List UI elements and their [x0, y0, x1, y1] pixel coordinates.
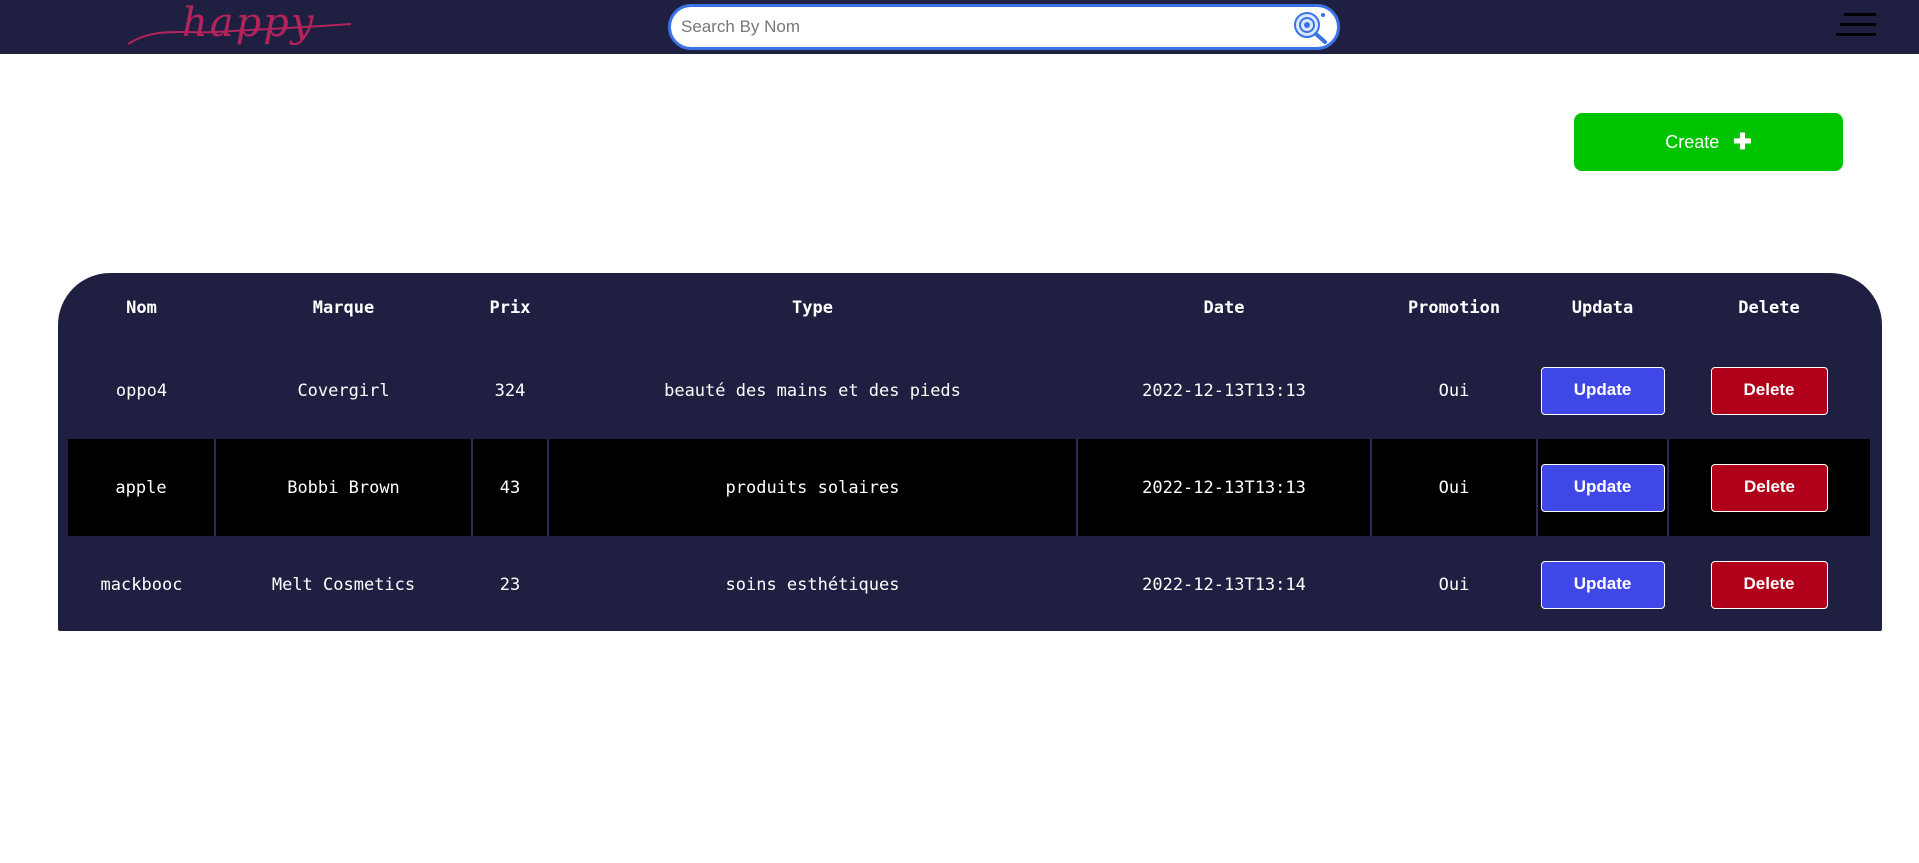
cell-promotion: Oui: [1370, 439, 1537, 536]
update-button[interactable]: Update: [1540, 366, 1665, 415]
create-button[interactable]: Create ✚: [1574, 113, 1843, 171]
column-header-delete: Delete: [1738, 297, 1800, 318]
cell-delete: Delete: [1668, 536, 1870, 633]
cell-nom: mackbooc: [100, 574, 183, 595]
column-header-updata: Updata: [1571, 297, 1634, 318]
table-row: oppo4 Covergirl 324 beauté des mains et …: [68, 342, 1870, 439]
column-header-nom: Nom: [126, 297, 157, 318]
happy-logo[interactable]: happy: [126, 0, 356, 52]
column-header-marque: Marque: [312, 297, 375, 318]
plus-icon: ✚: [1733, 129, 1752, 154]
cell-date: 2022-12-13T13:13: [1076, 439, 1371, 536]
cell-marque: Covergirl: [297, 380, 390, 401]
delete-button[interactable]: Delete: [1710, 366, 1828, 415]
logo-text: happy: [182, 0, 316, 46]
delete-button[interactable]: Delete: [1710, 560, 1828, 609]
table-row: apple Bobbi Brown 43 produits solaires 2…: [68, 439, 1870, 536]
update-button[interactable]: Update: [1540, 463, 1665, 512]
cell-type: soins esthétiques: [725, 574, 900, 595]
cell-update: Update: [1537, 536, 1668, 633]
products-table-card: Nom Marque Prix Type Date Promotion Upda…: [58, 273, 1882, 631]
search-bar: [668, 4, 1340, 50]
update-button[interactable]: Update: [1540, 560, 1665, 609]
table-row: mackbooc Melt Cosmetics 23 soins esthéti…: [68, 536, 1870, 633]
cell-update: Update: [1537, 342, 1668, 439]
create-button-label: Create: [1665, 131, 1720, 152]
top-navbar: happy: [0, 0, 1919, 54]
products-table: Nom Marque Prix Type Date Promotion Upda…: [68, 273, 1870, 633]
cell-date: 2022-12-13T13:14: [1142, 574, 1306, 595]
cell-update: Update: [1536, 439, 1668, 536]
delete-button[interactable]: Delete: [1711, 463, 1828, 512]
column-header-promotion: Promotion: [1407, 297, 1501, 318]
cell-marque: Bobbi Brown: [214, 439, 472, 536]
cell-delete: Delete: [1667, 439, 1870, 536]
search-input[interactable]: [681, 7, 1281, 47]
hamburger-menu-icon[interactable]: [1836, 13, 1876, 37]
cell-nom: apple: [68, 439, 215, 536]
cell-type: produits solaires: [547, 439, 1077, 536]
cell-nom: oppo4: [115, 380, 168, 401]
cell-prix: 23: [499, 574, 521, 595]
cell-date: 2022-12-13T13:13: [1142, 380, 1306, 401]
search-icon[interactable]: [1291, 9, 1329, 45]
cell-prix: 43: [471, 439, 548, 536]
cell-prix: 324: [494, 380, 526, 401]
cell-marque: Melt Cosmetics: [271, 574, 416, 595]
column-header-prix: Prix: [489, 297, 531, 318]
cell-promotion: Oui: [1438, 574, 1470, 595]
column-header-date: Date: [1203, 297, 1245, 318]
cell-promotion: Oui: [1438, 380, 1470, 401]
cell-type: beauté des mains et des pieds: [664, 380, 961, 401]
cell-delete: Delete: [1668, 342, 1870, 439]
column-header-type: Type: [792, 297, 833, 318]
table-header-row: Nom Marque Prix Type Date Promotion Upda…: [68, 273, 1870, 342]
